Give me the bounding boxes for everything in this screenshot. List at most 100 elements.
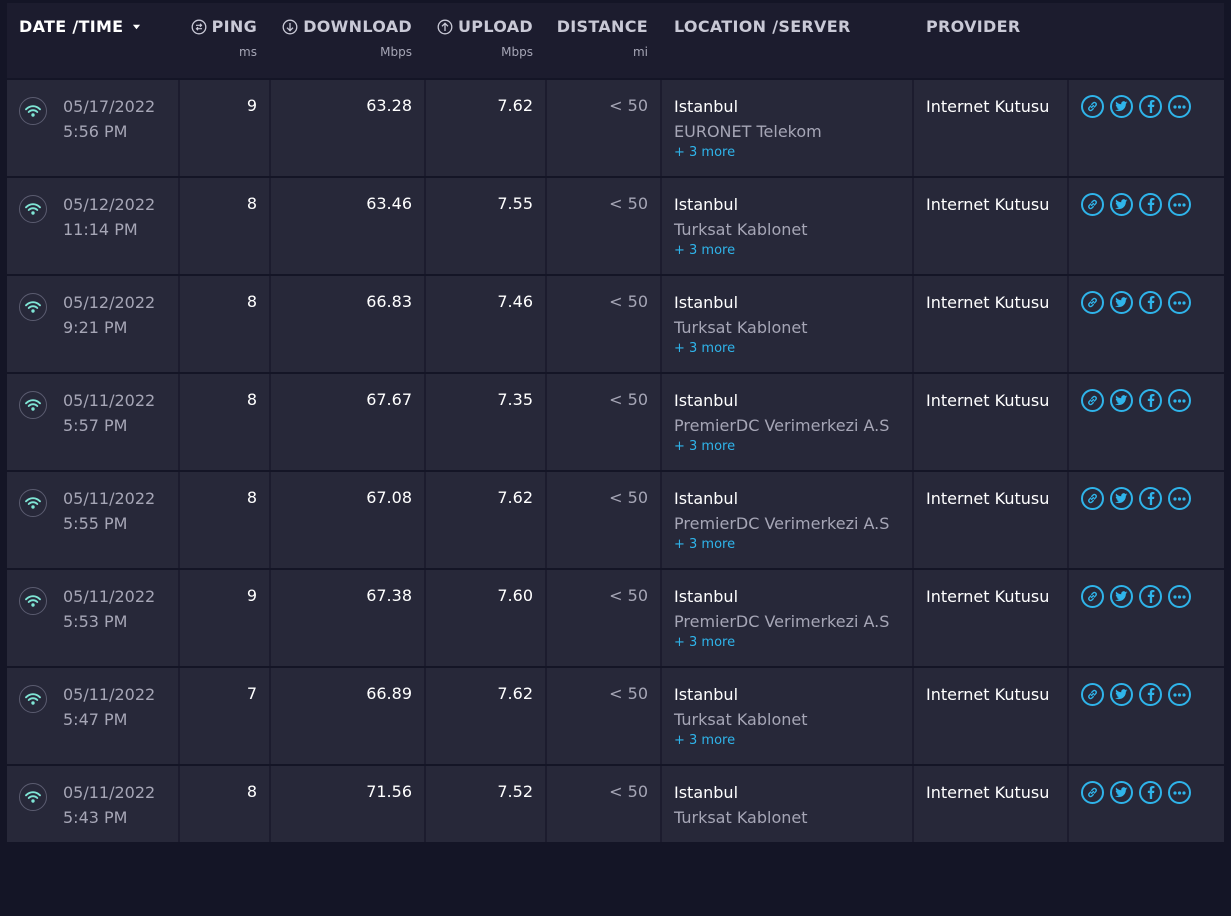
date-time-header[interactable]: DATE /TIME	[7, 3, 180, 78]
link-icon[interactable]	[1081, 781, 1104, 804]
distance-value: < 50	[609, 684, 648, 703]
link-icon[interactable]	[1081, 487, 1104, 510]
more-servers-link[interactable]: + 3 more	[674, 534, 900, 556]
server-city: Istanbul	[674, 783, 739, 802]
twitter-icon[interactable]	[1110, 193, 1133, 216]
location-cell: Istanbul EURONET Telekom + 3 more	[662, 80, 914, 176]
upload-cell: 7.62	[426, 80, 547, 176]
upload-cell: 7.35	[426, 374, 547, 470]
more-servers-link[interactable]: + 3 more	[674, 730, 900, 752]
distance-value: < 50	[609, 194, 648, 213]
provider-name: Internet Kutusu	[926, 391, 1050, 410]
facebook-icon[interactable]	[1139, 193, 1162, 216]
table-row[interactable]: 05/12/2022 11:14 PM 8 63.46 7.55 < 50 Is…	[7, 178, 1224, 274]
more-options-icon[interactable]	[1168, 95, 1191, 118]
twitter-icon[interactable]	[1110, 683, 1133, 706]
link-icon[interactable]	[1081, 95, 1104, 118]
provider-header[interactable]: PROVIDER	[914, 3, 1069, 78]
actions-cell	[1069, 80, 1224, 176]
twitter-icon[interactable]	[1110, 585, 1133, 608]
twitter-icon[interactable]	[1110, 781, 1133, 804]
table-row[interactable]: 05/11/2022 5:43 PM 8 71.56 7.52 < 50 Ist…	[7, 766, 1224, 842]
link-icon[interactable]	[1081, 585, 1104, 608]
more-servers-link[interactable]: + 3 more	[674, 142, 900, 164]
actions-header	[1069, 3, 1224, 78]
result-date: 05/11/2022	[63, 489, 156, 508]
wifi-icon	[19, 685, 47, 713]
ping-header[interactable]: PING ms	[180, 3, 271, 78]
table-row[interactable]: 05/11/2022 5:55 PM 8 67.08 7.62 < 50 Ist…	[7, 472, 1224, 568]
more-options-icon[interactable]	[1168, 389, 1191, 412]
download-cell: 67.38	[271, 570, 426, 666]
download-cell: 66.83	[271, 276, 426, 372]
actions-cell	[1069, 668, 1224, 764]
table-row[interactable]: 05/11/2022 5:57 PM 8 67.67 7.35 < 50 Ist…	[7, 374, 1224, 470]
link-icon[interactable]	[1081, 193, 1104, 216]
more-servers-link[interactable]: + 3 more	[674, 338, 900, 360]
facebook-icon[interactable]	[1139, 781, 1162, 804]
facebook-icon[interactable]	[1139, 95, 1162, 118]
download-value: 67.38	[366, 586, 412, 605]
more-options-icon[interactable]	[1168, 291, 1191, 314]
link-icon[interactable]	[1081, 291, 1104, 314]
provider-cell: Internet Kutusu	[914, 766, 1069, 842]
download-header[interactable]: DOWNLOAD Mbps	[271, 3, 426, 78]
upload-value: 7.62	[497, 96, 533, 115]
more-servers-link[interactable]: + 3 more	[674, 436, 900, 458]
server-sponsor: EURONET Telekom	[674, 122, 822, 141]
twitter-icon[interactable]	[1110, 389, 1133, 412]
upload-arrow-icon	[437, 19, 453, 34]
ping-value: 9	[246, 96, 257, 115]
wifi-icon	[19, 391, 47, 419]
upload-cell: 7.62	[426, 472, 547, 568]
provider-cell: Internet Kutusu	[914, 80, 1069, 176]
table-row[interactable]: 05/17/2022 5:56 PM 9 63.28 7.62 < 50 Ist…	[7, 80, 1224, 176]
download-cell: 63.28	[271, 80, 426, 176]
distance-header-label: DISTANCE	[556, 17, 648, 36]
distance-value: < 50	[609, 292, 648, 311]
server-city: Istanbul	[674, 195, 739, 214]
link-icon[interactable]	[1081, 683, 1104, 706]
server-sponsor: PremierDC Verimerkezi A.S	[674, 514, 890, 533]
results-table: DATE /TIME PING ms DOWNLOAD Mbps UPLOAD …	[7, 3, 1224, 844]
distance-cell: < 50	[547, 178, 662, 274]
download-value: 63.46	[366, 194, 412, 213]
more-options-icon[interactable]	[1168, 487, 1191, 510]
facebook-icon[interactable]	[1139, 487, 1162, 510]
twitter-icon[interactable]	[1110, 487, 1133, 510]
more-options-icon[interactable]	[1168, 683, 1191, 706]
distance-cell: < 50	[547, 276, 662, 372]
facebook-icon[interactable]	[1139, 389, 1162, 412]
wifi-icon	[19, 293, 47, 321]
download-unit: Mbps	[380, 45, 412, 59]
ping-cell: 8	[180, 374, 271, 470]
upload-header[interactable]: UPLOAD Mbps	[426, 3, 547, 78]
date-time-cell: 05/12/2022 11:14 PM	[7, 178, 180, 274]
facebook-icon[interactable]	[1139, 585, 1162, 608]
ping-icon	[191, 19, 207, 34]
provider-header-label: PROVIDER	[926, 17, 1021, 36]
result-time: 5:56 PM	[63, 122, 128, 141]
facebook-icon[interactable]	[1139, 683, 1162, 706]
facebook-icon[interactable]	[1139, 291, 1162, 314]
distance-cell: < 50	[547, 570, 662, 666]
link-icon[interactable]	[1081, 389, 1104, 412]
more-servers-link[interactable]: + 3 more	[674, 632, 900, 654]
twitter-icon[interactable]	[1110, 291, 1133, 314]
result-date: 05/17/2022	[63, 97, 156, 116]
upload-value: 7.35	[497, 390, 533, 409]
table-row[interactable]: 05/11/2022 5:47 PM 7 66.89 7.62 < 50 Ist…	[7, 668, 1224, 764]
more-options-icon[interactable]	[1168, 193, 1191, 216]
more-options-icon[interactable]	[1168, 585, 1191, 608]
location-header-label: LOCATION /SERVER	[674, 17, 851, 36]
table-row[interactable]: 05/11/2022 5:53 PM 9 67.38 7.60 < 50 Ist…	[7, 570, 1224, 666]
location-header[interactable]: LOCATION /SERVER	[662, 3, 914, 78]
twitter-icon[interactable]	[1110, 95, 1133, 118]
table-row[interactable]: 05/12/2022 9:21 PM 8 66.83 7.46 < 50 Ist…	[7, 276, 1224, 372]
distance-header[interactable]: DISTANCE mi	[547, 3, 662, 78]
more-options-icon[interactable]	[1168, 781, 1191, 804]
download-arrow-icon	[282, 19, 298, 34]
distance-value: < 50	[609, 782, 648, 801]
upload-value: 7.60	[497, 586, 533, 605]
more-servers-link[interactable]: + 3 more	[674, 240, 900, 262]
